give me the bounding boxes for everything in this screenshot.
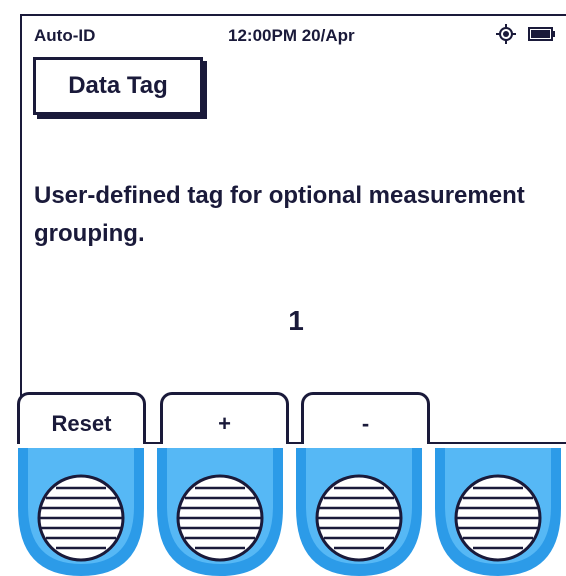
function-key-3-icon bbox=[296, 448, 422, 576]
mode-label: Auto-ID bbox=[34, 26, 96, 45]
screen-frame-left bbox=[20, 14, 22, 444]
function-key-2-icon bbox=[157, 448, 283, 576]
datetime-label: 12:00PM 20/Apr bbox=[228, 26, 355, 45]
function-key-4[interactable] bbox=[431, 448, 565, 576]
reset-softkey[interactable]: Reset bbox=[17, 392, 146, 444]
description-text: User-defined tag for optional measuremen… bbox=[34, 182, 525, 247]
page-title: Data Tag bbox=[33, 57, 203, 115]
tag-value: 1 bbox=[288, 305, 304, 336]
function-key-1[interactable] bbox=[14, 448, 148, 576]
function-key-4-icon bbox=[435, 448, 561, 576]
decrement-softkey[interactable]: - bbox=[301, 392, 430, 444]
gps-locate-icon bbox=[496, 24, 516, 44]
increment-softkey[interactable]: + bbox=[160, 392, 289, 444]
screen-frame-top bbox=[20, 14, 566, 16]
function-key-3[interactable] bbox=[292, 448, 426, 576]
function-key-2[interactable] bbox=[153, 448, 287, 576]
function-key-1-icon bbox=[18, 448, 144, 576]
battery-full-icon bbox=[528, 27, 555, 41]
